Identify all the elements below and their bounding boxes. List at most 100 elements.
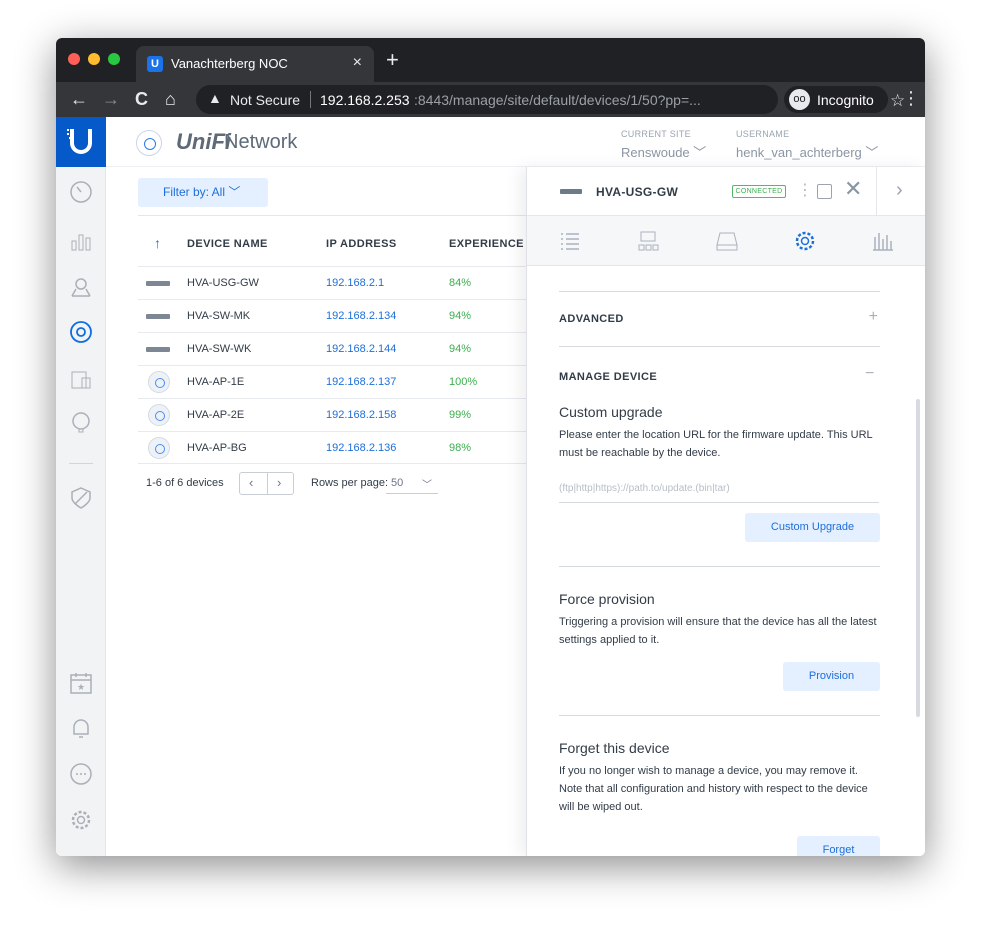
collapse-minus-icon[interactable]: −	[865, 365, 924, 383]
expand-plus-icon[interactable]: +	[869, 308, 878, 326]
table-row[interactable]: HVA-AP-BG 192.168.2.136 98%	[138, 431, 538, 464]
device-experience: 98%	[449, 442, 472, 454]
reload-icon[interactable]: C	[135, 88, 148, 110]
tab-config-gear-icon[interactable]	[792, 229, 818, 253]
minimize-window-button[interactable]	[88, 53, 100, 65]
gateway-icon	[146, 281, 170, 286]
url-path: :8443/manage/site/default/devices/1/50?p…	[414, 92, 701, 108]
warning-icon: ▲	[208, 90, 222, 106]
events-icon[interactable]: ★	[69, 671, 93, 695]
filter-button[interactable]: Filter by: All ﹀	[138, 178, 268, 207]
table-row[interactable]: HVA-AP-1E 192.168.2.137 100%	[138, 365, 538, 398]
next-page-button[interactable]: ›	[277, 475, 281, 490]
firmware-url-input[interactable]: (ftp|http|https)://path.to/update.(bin|t…	[559, 483, 879, 503]
device-ip[interactable]: 192.168.2.137	[326, 376, 396, 388]
force-provision-title: Force provision	[559, 591, 655, 607]
home-icon[interactable]: ⌂	[165, 88, 176, 110]
clients-icon[interactable]	[69, 368, 93, 392]
incognito-indicator[interactable]: oo Incognito	[784, 86, 888, 113]
column-header-experience[interactable]: EXPERIENCE	[449, 238, 524, 250]
settings-gear-icon[interactable]	[69, 808, 93, 832]
forward-icon[interactable]: →	[102, 88, 120, 110]
tab-stats-icon[interactable]	[870, 229, 896, 253]
column-header-ip-address[interactable]: IP ADDRESS	[326, 238, 397, 250]
unifi-app: ★ UniFi Network CURRENT SITE Renswoude ﹀…	[56, 117, 925, 856]
back-icon[interactable]: ←	[70, 88, 88, 110]
devices-icon[interactable]	[69, 320, 93, 344]
access-point-icon	[148, 437, 170, 459]
url-host: 192.168.2.253	[320, 92, 410, 108]
table-row[interactable]: HVA-USG-GW 192.168.2.1 84%	[138, 266, 538, 299]
maximize-window-button[interactable]	[108, 53, 120, 65]
current-site-select[interactable]: Renswoude ﹀	[621, 142, 706, 161]
device-ip[interactable]: 192.168.2.136	[326, 442, 396, 454]
panel-header: HVA-USG-GW CONNECTED ⋮ ✕ ›	[527, 167, 925, 216]
manage-device-section-title[interactable]: MANAGE DEVICE	[559, 371, 657, 383]
tab-ports-icon[interactable]	[714, 229, 740, 253]
custom-upgrade-button[interactable]: Custom Upgrade	[745, 513, 880, 542]
browser-tab[interactable]: U Vanachterberg NOC ×	[136, 46, 374, 82]
prev-page-button[interactable]: ‹	[249, 475, 253, 490]
new-tab-button[interactable]: +	[386, 49, 399, 71]
device-name: HVA-USG-GW	[187, 277, 259, 289]
chat-icon[interactable]	[69, 762, 93, 786]
device-name: HVA-SW-WK	[187, 343, 252, 355]
alerts-bell-icon[interactable]	[69, 716, 93, 740]
tab-details-icon[interactable]	[557, 229, 583, 253]
tab-bar: U Vanachterberg NOC × +	[56, 38, 925, 82]
table-row[interactable]: HVA-SW-WK 192.168.2.144 94%	[138, 332, 538, 365]
tab-close-icon[interactable]: ×	[353, 54, 362, 72]
close-window-button[interactable]	[68, 53, 80, 65]
app-header: UniFi Network CURRENT SITE Renswoude ﹀ U…	[106, 117, 925, 167]
device-ip[interactable]: 192.168.2.134	[326, 310, 396, 322]
device-ip[interactable]: 192.168.2.158	[326, 409, 396, 421]
map-icon[interactable]	[69, 275, 93, 299]
forget-button[interactable]: Forget	[797, 836, 880, 856]
chevron-down-icon: ﹀	[228, 185, 241, 199]
current-site-label: CURRENT SITE	[621, 129, 691, 139]
svg-text:★: ★	[77, 682, 85, 692]
statistics-icon[interactable]	[69, 229, 93, 253]
close-icon[interactable]: ✕	[844, 177, 862, 201]
rows-per-page-value: 50	[391, 477, 404, 489]
insights-icon[interactable]	[69, 411, 93, 435]
current-site-value: Renswoude	[621, 145, 690, 160]
advanced-section-header[interactable]: ADVANCED +	[559, 291, 880, 347]
incognito-label: Incognito	[817, 92, 874, 108]
device-ip[interactable]: 192.168.2.144	[326, 343, 396, 355]
ubiquiti-logo[interactable]	[56, 117, 106, 167]
address-bar[interactable]: ▲ Not Secure 192.168.2.253 :8443/manage/…	[196, 85, 905, 114]
collapse-panel-button[interactable]: ›	[876, 167, 925, 216]
url-separator	[310, 91, 311, 108]
table-row[interactable]: HVA-AP-2E 192.168.2.158 99%	[138, 398, 538, 431]
column-header-device-name[interactable]: DEVICE NAME	[187, 238, 268, 250]
device-experience: 84%	[449, 277, 472, 289]
switch-icon	[146, 347, 170, 352]
panel-scrollbar[interactable]	[916, 399, 920, 717]
username-select[interactable]: henk_van_achterberg ﹀	[736, 142, 878, 161]
gateway-icon	[560, 189, 582, 194]
device-name: HVA-AP-1E	[187, 376, 245, 388]
device-ip[interactable]: 192.168.2.1	[326, 277, 384, 289]
table-row[interactable]: HVA-SW-MK 192.168.2.134 94%	[138, 299, 538, 332]
device-name: HVA-AP-BG	[187, 442, 247, 454]
forget-device-title: Forget this device	[559, 740, 670, 756]
username-value: henk_van_achterberg	[736, 145, 862, 160]
access-point-icon	[148, 404, 170, 426]
divider	[138, 215, 538, 216]
security-status[interactable]: Not Secure	[230, 92, 300, 108]
rows-per-page-select[interactable]: 50 ﹀	[386, 473, 438, 494]
pop-out-icon[interactable]	[817, 184, 832, 199]
custom-upgrade-title: Custom upgrade	[559, 404, 663, 420]
threat-management-icon[interactable]	[69, 486, 93, 510]
dashboard-icon[interactable]	[69, 180, 93, 204]
provision-button[interactable]: Provision	[783, 662, 880, 691]
more-options-icon[interactable]: ⋮	[797, 180, 813, 200]
chevron-down-icon: ﹀	[693, 145, 707, 160]
tab-topology-icon[interactable]	[635, 229, 661, 253]
sort-arrow-icon[interactable]: ↑	[154, 235, 161, 251]
force-provision-description: Triggering a provision will ensure that …	[559, 616, 877, 646]
panel-tabs	[527, 216, 925, 266]
filter-label: Filter by: All	[163, 185, 226, 199]
browser-menu-icon[interactable]: ⋮	[902, 88, 920, 109]
